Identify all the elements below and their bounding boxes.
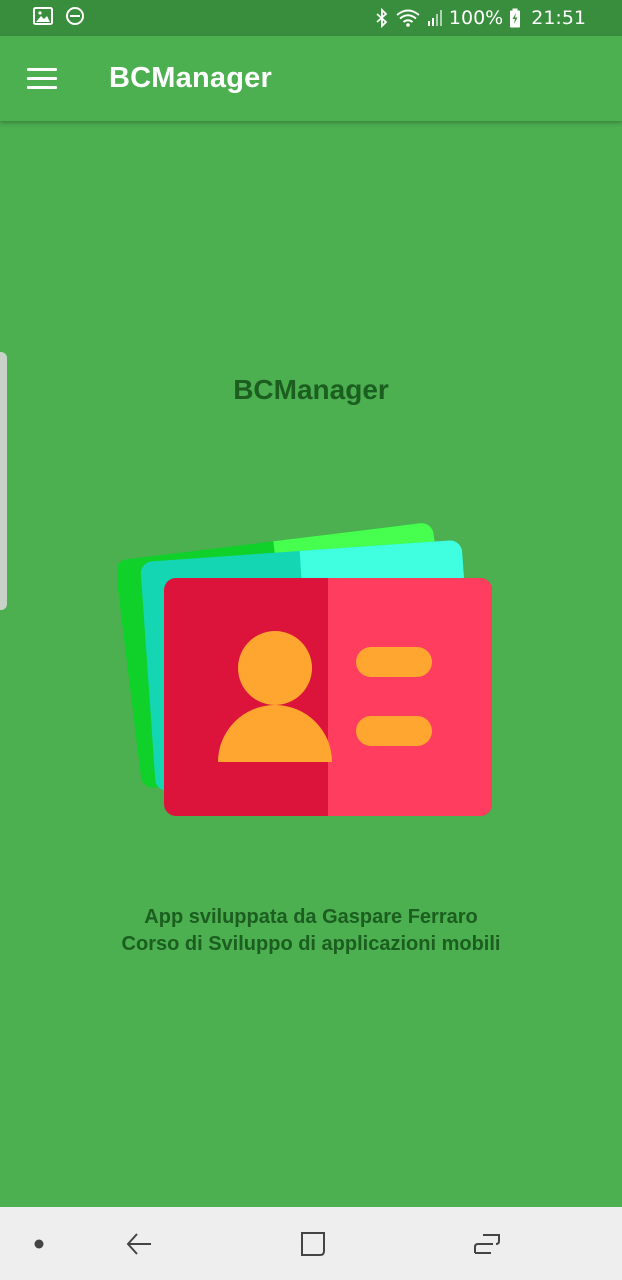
home-icon[interactable] <box>292 1207 334 1280</box>
battery-icon <box>509 8 521 28</box>
back-icon[interactable] <box>118 1207 160 1280</box>
do-not-disturb-icon <box>65 6 85 31</box>
app-bar: BCManager <box>0 36 622 121</box>
clock: 21:51 <box>531 7 586 29</box>
battery-percent: 100% <box>448 7 504 29</box>
page-title: BCManager <box>233 374 389 405</box>
status-bar: 100% 21:51 <box>0 0 622 36</box>
credits-text: App sviluppata da Gaspare Ferraro Corso … <box>0 904 622 958</box>
image-icon <box>33 6 53 30</box>
credits-line-course: Corso di Sviluppo di applicazioni mobili <box>121 933 501 955</box>
hamburger-menu-icon <box>27 67 57 90</box>
recents-icon[interactable] <box>466 1207 508 1280</box>
credits-line-author: App sviluppata da Gaspare Ferraro <box>144 906 478 928</box>
navigation-bar <box>0 1207 622 1280</box>
bluetooth-icon <box>375 8 389 28</box>
app-bar-title: BCManager <box>109 62 272 94</box>
recent-dot-icon[interactable] <box>22 1207 56 1280</box>
status-left-icons <box>33 6 85 31</box>
menu-button[interactable] <box>0 36 84 121</box>
wifi-icon <box>395 8 421 28</box>
business-card-icon <box>115 490 498 825</box>
signal-icon <box>427 9 443 27</box>
status-right-icons: 100% 21:51 <box>375 7 586 29</box>
